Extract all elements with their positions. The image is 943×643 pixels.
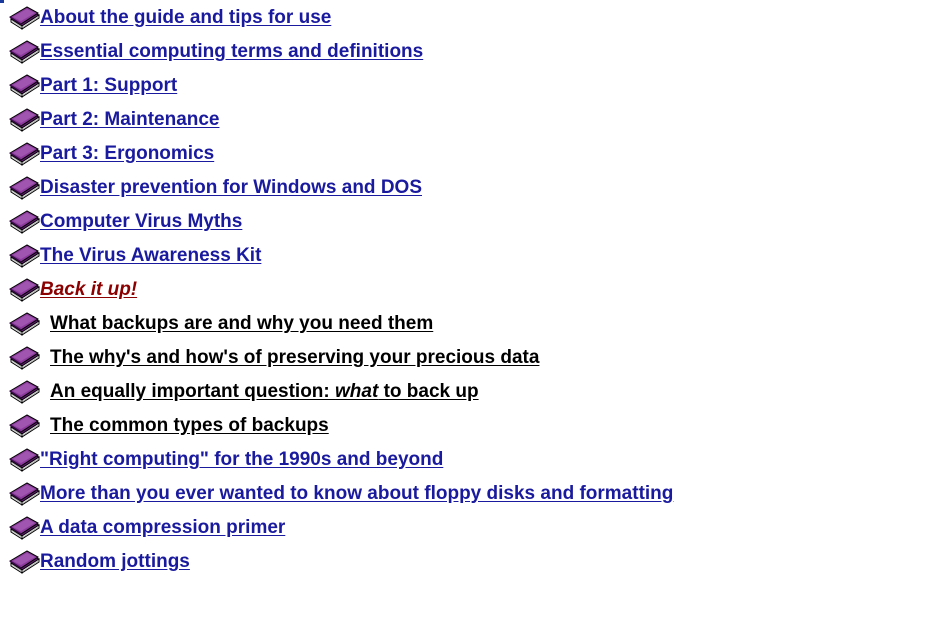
toc-link-virus-myths[interactable]: Computer Virus Myths [40, 211, 242, 238]
book-icon [9, 312, 40, 336]
toc-item-data-compression[interactable]: A data compression primer [8, 510, 938, 544]
book-icon [9, 516, 40, 540]
toc-link-disaster-prevention[interactable]: Disaster prevention for Windows and DOS [40, 177, 422, 204]
sublink-text-post: to back up [378, 381, 479, 402]
toc-subitem-backup-types[interactable]: The common types of backups [8, 408, 938, 442]
sublink-text-pre: An equally important question: [50, 381, 336, 402]
toc-sublink-what-to-back-up[interactable]: An equally important question: what to b… [40, 381, 479, 408]
book-icon [9, 448, 40, 472]
toc-item-part1-support[interactable]: Part 1: Support [8, 68, 938, 102]
toc-link-part1-support[interactable]: Part 1: Support [40, 75, 177, 102]
toc-subitem-what-backups-are[interactable]: What backups are and why you need them [8, 306, 938, 340]
book-icon [9, 108, 40, 132]
book-icon [9, 176, 40, 200]
toc-item-part3-ergonomics[interactable]: Part 3: Ergonomics [8, 136, 938, 170]
toc-link-part2-maintenance[interactable]: Part 2: Maintenance [40, 109, 220, 136]
toc-link-random-jottings[interactable]: Random jottings [40, 551, 190, 578]
book-icon [9, 346, 40, 370]
book-icon [9, 278, 40, 302]
toc-item-disaster-prevention[interactable]: Disaster prevention for Windows and DOS [8, 170, 938, 204]
table-of-contents: About the guide and tips for use Essenti… [8, 0, 938, 578]
toc-item-virus-awareness-kit[interactable]: The Virus Awareness Kit [8, 238, 938, 272]
book-icon [9, 482, 40, 506]
book-icon [9, 142, 40, 166]
toc-link-right-computing[interactable]: "Right computing" for the 1990s and beyo… [40, 449, 443, 476]
window-edge-mark [0, 0, 4, 3]
toc-item-essential-terms[interactable]: Essential computing terms and definition… [8, 34, 938, 68]
toc-link-about-guide[interactable]: About the guide and tips for use [40, 7, 331, 34]
toc-item-virus-myths[interactable]: Computer Virus Myths [8, 204, 938, 238]
book-icon [9, 40, 40, 64]
toc-link-part3-ergonomics[interactable]: Part 3: Ergonomics [40, 143, 214, 170]
toc-link-essential-terms[interactable]: Essential computing terms and definition… [40, 41, 423, 68]
toc-link-virus-awareness-kit[interactable]: The Virus Awareness Kit [40, 245, 261, 272]
toc-subitem-preserving-data[interactable]: The why's and how's of preserving your p… [8, 340, 938, 374]
sublink-text-emphasis: what [335, 381, 379, 402]
toc-link-data-compression[interactable]: A data compression primer [40, 517, 285, 544]
book-icon [9, 550, 40, 574]
toc-item-random-jottings[interactable]: Random jottings [8, 544, 938, 578]
book-icon [9, 380, 40, 404]
toc-link-back-it-up-current[interactable]: Back it up! [40, 279, 137, 306]
toc-link-floppy-disks[interactable]: More than you ever wanted to know about … [40, 483, 673, 510]
toc-item-part2-maintenance[interactable]: Part 2: Maintenance [8, 102, 938, 136]
toc-item-back-it-up[interactable]: Back it up! [8, 272, 938, 306]
toc-sublink-what-backups-are[interactable]: What backups are and why you need them [40, 313, 433, 340]
toc-item-right-computing[interactable]: "Right computing" for the 1990s and beyo… [8, 442, 938, 476]
book-icon [9, 244, 40, 268]
book-icon [9, 414, 40, 438]
book-icon [9, 6, 40, 30]
toc-subitem-what-to-back-up[interactable]: An equally important question: what to b… [8, 374, 938, 408]
toc-sublink-backup-types[interactable]: The common types of backups [40, 415, 329, 442]
toc-sublink-preserving-data[interactable]: The why's and how's of preserving your p… [40, 347, 539, 374]
book-icon [9, 74, 40, 98]
toc-item-about-guide[interactable]: About the guide and tips for use [8, 0, 938, 34]
book-icon [9, 210, 40, 234]
toc-item-floppy-disks[interactable]: More than you ever wanted to know about … [8, 476, 938, 510]
